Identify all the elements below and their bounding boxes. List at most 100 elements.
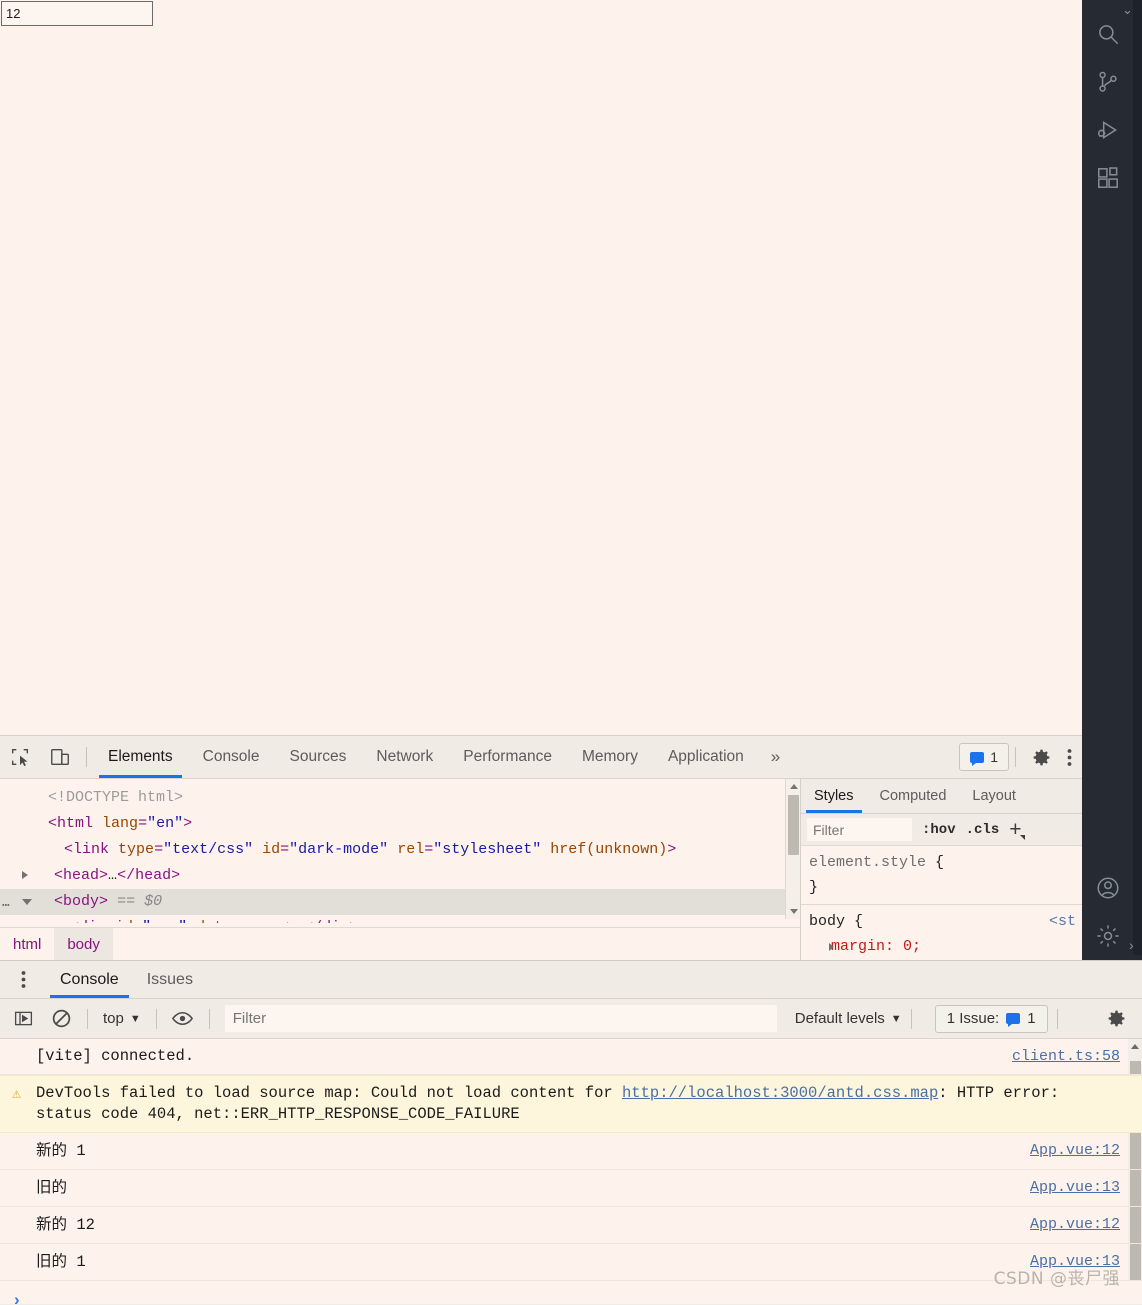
drawer-tabbar: Console Issues <box>0 961 1142 999</box>
console-issues-badge[interactable]: 1 Issue: 1 <box>934 1004 1048 1033</box>
css-declaration-margin[interactable]: margin: 0; <box>809 934 1082 959</box>
breadcrumb-item-body[interactable]: body <box>54 927 113 961</box>
devtools-panel: Elements Console Sources Network Perform… <box>0 735 1082 961</box>
console-context-selector[interactable]: top ▼ <box>97 1010 147 1027</box>
console-prompt[interactable]: › <box>0 1281 1142 1304</box>
expand-triangle-icon[interactable] <box>22 871 28 879</box>
styles-filter-bar: :hov .cls + <box>801 814 1082 846</box>
issue-speech-icon <box>1006 1013 1021 1027</box>
settings-gear-icon[interactable] <box>1022 736 1060 778</box>
class-toggle[interactable]: .cls <box>966 822 1000 838</box>
account-icon[interactable] <box>1082 864 1134 912</box>
css-selector[interactable]: body <box>809 913 845 930</box>
console-toolbar-divider <box>87 1008 88 1029</box>
css-rule-source[interactable]: <st <box>1049 909 1076 934</box>
scroll-down-arrow-icon[interactable] <box>790 909 798 914</box>
live-expression-icon[interactable] <box>166 1002 200 1036</box>
tab-memory[interactable]: Memory <box>567 736 653 778</box>
more-tabs-icon[interactable]: » <box>759 736 792 778</box>
drawer-more-options-icon[interactable] <box>0 961 46 999</box>
dom-tree[interactable]: <!DOCTYPE html> <html lang="en"> <link typ… <box>0 779 800 923</box>
prompt-chevron-icon: › <box>14 1290 20 1304</box>
console-source-link[interactable]: App.vue:12 <box>1030 1140 1120 1161</box>
tab-console[interactable]: Console <box>188 736 275 778</box>
console-levels-label: Default levels <box>794 1010 885 1027</box>
dom-node-row[interactable]: <div id="app" data-v-app>…</div> <box>0 915 800 923</box>
number-input[interactable] <box>1 1 153 26</box>
tab-layout[interactable]: Layout <box>959 779 1029 813</box>
console-source-link[interactable]: App.vue:12 <box>1030 1214 1120 1235</box>
devtools-toolbar: Elements Console Sources Network Perform… <box>0 736 1082 779</box>
dom-node-row[interactable]: <head>…</head> <box>0 863 800 889</box>
more-options-icon[interactable] <box>1060 736 1078 778</box>
clear-console-icon[interactable] <box>44 1002 78 1036</box>
dom-node-text: <head>…</head> <box>54 867 181 884</box>
console-link[interactable]: http://localhost:3000/antd.css.map <box>622 1084 938 1102</box>
tab-sources[interactable]: Sources <box>275 736 362 778</box>
dom-node-row[interactable]: <!DOCTYPE html> <box>0 785 800 811</box>
console-text: 1 <box>67 1253 86 1271</box>
warning-triangle-icon: ⚠ <box>12 1086 22 1103</box>
console-sidebar-icon[interactable] <box>6 1002 40 1036</box>
console-toolbar-divider-3 <box>208 1008 210 1029</box>
console-filter-input[interactable] <box>224 1005 777 1032</box>
manage-gear-icon[interactable] <box>1082 912 1134 960</box>
scroll-up-arrow-icon[interactable] <box>790 784 798 789</box>
css-property-name[interactable]: margin <box>831 938 885 955</box>
source-control-icon[interactable] <box>1082 58 1134 106</box>
dom-node-row[interactable]: <html lang="en"> <box>0 811 800 837</box>
console-text: 12 <box>67 1216 95 1234</box>
console-log-message: 旧的 1 App.vue:13 <box>0 1244 1142 1281</box>
styles-tabbar: Styles Computed Layout <box>801 779 1082 814</box>
console-issues-count: 1 <box>1027 1010 1036 1027</box>
tab-computed[interactable]: Computed <box>867 779 960 813</box>
console-text: 旧的 <box>36 1178 68 1196</box>
console-log-message: 旧的 App.vue:13 <box>0 1170 1142 1207</box>
elements-scrollbar[interactable] <box>785 779 800 919</box>
new-style-rule-icon[interactable]: + <box>1009 819 1026 840</box>
css-property-value[interactable]: 0; <box>903 938 921 955</box>
console-levels-selector[interactable]: Default levels ▼ <box>795 1010 902 1027</box>
console-toolbar-divider-4 <box>910 1008 912 1029</box>
inspect-element-icon[interactable] <box>0 736 40 778</box>
console-toolbar-divider-5 <box>1056 1008 1058 1029</box>
dom-node-row[interactable]: ⋯ <body> == $0 <box>0 889 800 915</box>
scrollbar-thumb[interactable] <box>788 795 799 855</box>
console-context-label: top <box>103 1010 124 1027</box>
breadcrumb-item-html[interactable]: html <box>0 928 54 962</box>
styles-filter-input[interactable] <box>807 818 912 841</box>
chevron-down-icon[interactable]: ⌄ <box>1122 2 1133 18</box>
dom-node-text: <!DOCTYPE html> <box>48 789 184 806</box>
chevron-down-icon: ▼ <box>129 1012 141 1025</box>
css-rule-element-style[interactable]: element.style { } <box>801 846 1082 905</box>
issues-count: 1 <box>990 749 998 765</box>
device-toolbar-icon[interactable] <box>40 736 80 778</box>
hover-state-toggle[interactable]: :hov <box>922 822 956 838</box>
extensions-icon[interactable] <box>1082 154 1134 202</box>
console-settings-icon[interactable] <box>1096 1002 1136 1036</box>
screen-root: ⌄ › 0 Elements <box>0 0 1142 1305</box>
tab-elements[interactable]: Elements <box>93 736 188 778</box>
console-source-link[interactable]: client.ts:58 <box>1012 1046 1120 1067</box>
console-source-link[interactable]: App.vue:13 <box>1030 1177 1120 1198</box>
run-and-debug-icon[interactable] <box>1082 106 1134 154</box>
breadcrumb[interactable]: html body <box>0 927 800 961</box>
tab-network[interactable]: Network <box>361 736 448 778</box>
issues-badge[interactable]: 1 <box>959 743 1009 771</box>
tab-application[interactable]: Application <box>653 736 759 778</box>
tab-styles[interactable]: Styles <box>801 779 867 813</box>
console-source-link[interactable]: App.vue:13 <box>1030 1251 1120 1272</box>
page-viewport <box>0 0 1082 735</box>
css-rule-body[interactable]: <st body { margin: 0; <box>801 905 1082 961</box>
expand-shorthand-icon[interactable] <box>829 943 834 951</box>
console-drawer: Console Issues top ▼ Filter Default leve… <box>0 960 1142 1305</box>
drawer-tab-console[interactable]: Console <box>46 961 133 998</box>
toolbar-divider <box>86 747 87 767</box>
devtools-toolbar-right: 1 <box>959 736 1082 778</box>
expand-panel-arrow-icon[interactable]: › <box>1129 937 1134 953</box>
drawer-tab-issues[interactable]: Issues <box>133 961 207 998</box>
console-toolbar-divider-2 <box>155 1008 157 1029</box>
tab-performance[interactable]: Performance <box>448 736 567 778</box>
dom-node-row[interactable]: <link type="text/css" id="dark-mode" rel… <box>0 837 800 863</box>
collapse-triangle-icon[interactable] <box>22 899 32 909</box>
